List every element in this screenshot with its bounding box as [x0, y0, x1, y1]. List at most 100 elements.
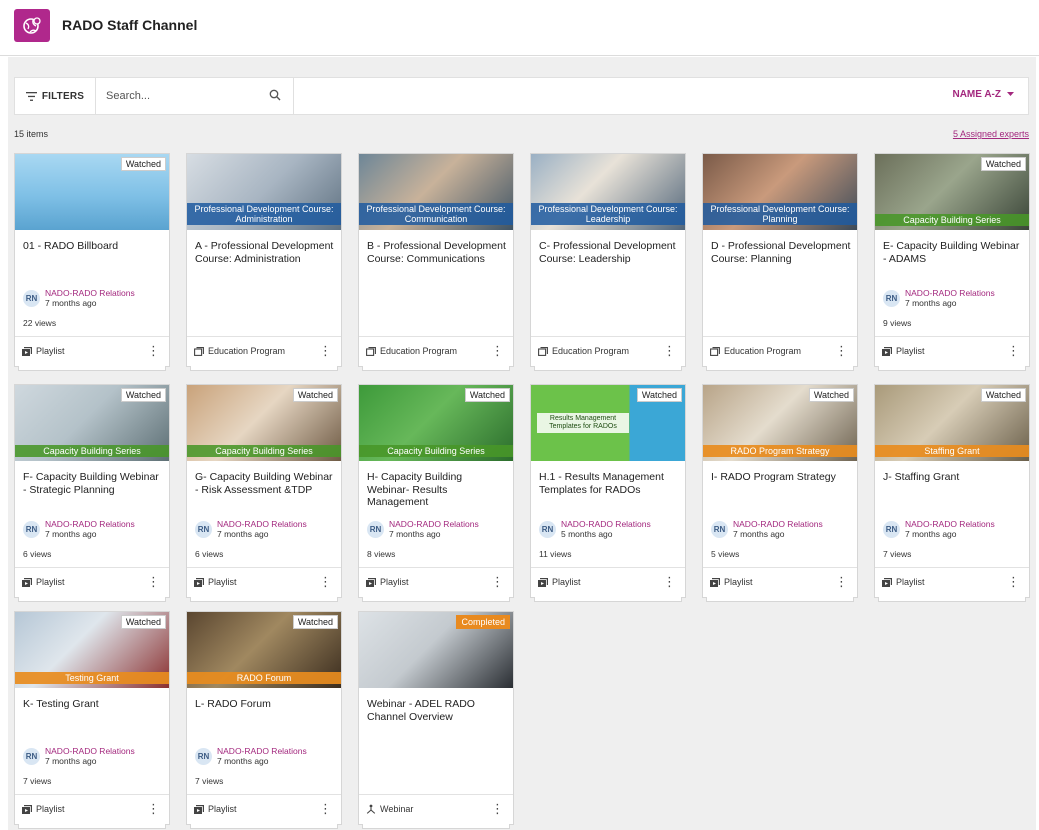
author-name[interactable]: NADO-RADO Relations	[389, 519, 479, 529]
assigned-experts-link[interactable]: 5 Assigned experts	[953, 129, 1029, 139]
more-options-icon[interactable]: ⋮	[835, 344, 848, 357]
card-title[interactable]: Webinar - ADEL RADO Channel Overview	[367, 698, 507, 723]
card-title[interactable]: G- Capacity Building Webinar - Risk Asse…	[195, 471, 335, 496]
card-title[interactable]: B - Professional Development Course: Com…	[367, 240, 507, 265]
card-thumbnail[interactable]: Professional Development Course: Adminis…	[187, 154, 341, 230]
published-time: 7 months ago	[733, 529, 785, 539]
card-title[interactable]: 01 - RADO Billboard	[23, 240, 163, 253]
more-options-icon[interactable]: ⋮	[1007, 344, 1020, 357]
card-thumbnail[interactable]: RADO Program Strategy Watched	[703, 385, 857, 461]
author-name[interactable]: NADO-RADO Relations	[217, 519, 307, 529]
card-footer: Playlist ⋮	[187, 794, 341, 824]
author-name[interactable]: NADO-RADO Relations	[905, 288, 995, 298]
author-name[interactable]: NADO-RADO Relations	[561, 519, 651, 529]
card-title[interactable]: H- Capacity Building Webinar- Results Ma…	[367, 471, 507, 509]
card-thumbnail[interactable]: RADO Forum Watched	[187, 612, 341, 688]
card-thumbnail[interactable]: Capacity Building Series Watched	[875, 154, 1029, 230]
content-card[interactable]: RADO Program Strategy Watched I- RADO Prog…	[702, 384, 858, 602]
card-thumbnail[interactable]: Capacity Building Series Watched	[187, 385, 341, 461]
card-title[interactable]: L- RADO Forum	[195, 698, 335, 711]
avatar: RN	[23, 747, 40, 765]
status-badge: Completed	[456, 615, 510, 629]
card-thumbnail[interactable]: Professional Development Course: Leaders…	[531, 154, 685, 230]
content-type: Education Program	[366, 346, 457, 356]
thumbnail-banner: Capacity Building Series	[187, 445, 341, 457]
filter-icon	[25, 91, 37, 101]
status-badge: Watched	[292, 615, 338, 629]
content-card[interactable]: Professional Development Course: Leaders…	[530, 153, 686, 371]
content-card[interactable]: Results Management Templates for RADOs Wa…	[530, 384, 686, 602]
card-title[interactable]: D - Professional Development Course: Pla…	[711, 240, 851, 265]
more-options-icon[interactable]: ⋮	[491, 344, 504, 357]
author-name[interactable]: NADO-RADO Relations	[905, 519, 995, 529]
card-thumbnail[interactable]: Staffing Grant Watched	[875, 385, 1029, 461]
more-options-icon[interactable]: ⋮	[319, 575, 332, 588]
content-type: Playlist	[538, 577, 581, 587]
more-options-icon[interactable]: ⋮	[491, 802, 504, 815]
more-options-icon[interactable]: ⋮	[835, 575, 848, 588]
content-card[interactable]: Watched 01 - RADO Billboard RN NADO-RADO Re…	[14, 153, 170, 371]
card-thumbnail[interactable]: Completed	[359, 612, 513, 688]
author-name[interactable]: NADO-RADO Relations	[45, 519, 135, 529]
author-name[interactable]: NADO-RADO Relations	[45, 746, 135, 756]
toolbar: FILTERS NAME A-Z	[14, 77, 1029, 115]
card-footer: Playlist ⋮	[875, 567, 1029, 597]
published-time: 7 months ago	[217, 756, 269, 766]
content-card[interactable]: Professional Development Course: Adminis…	[186, 153, 342, 371]
card-title[interactable]: K- Testing Grant	[23, 698, 163, 711]
card-thumbnail[interactable]: Watched	[15, 154, 169, 230]
card-title[interactable]: F- Capacity Building Webinar - Strategic…	[23, 471, 163, 496]
more-options-icon[interactable]: ⋮	[319, 344, 332, 357]
card-thumbnail[interactable]: Professional Development Course: Communi…	[359, 154, 513, 230]
content-card[interactable]: Capacity Building Series Watched H- Capaci…	[358, 384, 514, 602]
content-card[interactable]: Professional Development Course: Plannin…	[702, 153, 858, 371]
card-footer: Playlist ⋮	[187, 567, 341, 597]
content-card[interactable]: Capacity Building Series Watched G- Capaci…	[186, 384, 342, 602]
search-input[interactable]	[106, 87, 256, 105]
content-type-label: Playlist	[36, 577, 65, 587]
card-thumbnail[interactable]: Results Management Templates for RADOs Wa…	[531, 385, 685, 461]
card-author: RN NADO-RADO Relations 7 months ago	[883, 519, 995, 539]
card-thumbnail[interactable]: Professional Development Course: Plannin…	[703, 154, 857, 230]
more-options-icon[interactable]: ⋮	[147, 575, 160, 588]
author-name[interactable]: NADO-RADO Relations	[217, 746, 307, 756]
content-card[interactable]: Testing Grant Watched K- Testing Grant RN NA…	[14, 611, 170, 829]
card-title[interactable]: H.1 - Results Management Templates for R…	[539, 471, 679, 496]
more-options-icon[interactable]: ⋮	[663, 344, 676, 357]
card-title[interactable]: E- Capacity Building Webinar - ADAMS	[883, 240, 1023, 265]
sort-dropdown[interactable]: NAME A-Z	[952, 89, 1014, 100]
education-program-icon	[366, 346, 376, 356]
content-type: Education Program	[194, 346, 285, 356]
more-options-icon[interactable]: ⋮	[1007, 575, 1020, 588]
author-name[interactable]: NADO-RADO Relations	[733, 519, 823, 529]
more-options-icon[interactable]: ⋮	[319, 802, 332, 815]
content-type: Playlist	[22, 346, 65, 356]
more-options-icon[interactable]: ⋮	[491, 575, 504, 588]
card-title[interactable]: C- Professional Development Course: Lead…	[539, 240, 679, 265]
card-thumbnail[interactable]: Capacity Building Series Watched	[359, 385, 513, 461]
status-badge: Watched	[120, 615, 166, 629]
card-title[interactable]: J- Staffing Grant	[883, 471, 1023, 484]
content-card[interactable]: Professional Development Course: Communi…	[358, 153, 514, 371]
more-options-icon[interactable]: ⋮	[663, 575, 676, 588]
content-card[interactable]: RADO Forum Watched L- RADO Forum RN NADO-RAD…	[186, 611, 342, 829]
content-type: Education Program	[710, 346, 801, 356]
content-type-label: Education Program	[208, 346, 286, 356]
content-card[interactable]: Completed Webinar - ADEL RADO Channel Ove…	[358, 611, 514, 829]
view-count: 7 views	[195, 776, 224, 786]
card-title[interactable]: A - Professional Development Course: Adm…	[195, 240, 335, 265]
search-icon[interactable]	[269, 89, 281, 101]
card-thumbnail[interactable]: Testing Grant Watched	[15, 612, 169, 688]
avatar: RN	[539, 520, 556, 538]
content-card[interactable]: Capacity Building Series Watched E- Capaci…	[874, 153, 1030, 371]
content-card[interactable]: Staffing Grant Watched J- Staffing Grant RN…	[874, 384, 1030, 602]
content-type: Playlist	[882, 346, 925, 356]
card-thumbnail[interactable]: Capacity Building Series Watched	[15, 385, 169, 461]
content-card[interactable]: Capacity Building Series Watched F- Capaci…	[14, 384, 170, 602]
more-options-icon[interactable]: ⋮	[147, 344, 160, 357]
more-options-icon[interactable]: ⋮	[147, 802, 160, 815]
card-author: RN NADO-RADO Relations 7 months ago	[711, 519, 823, 539]
card-title[interactable]: I- RADO Program Strategy	[711, 471, 851, 484]
filters-button[interactable]: FILTERS	[15, 78, 96, 114]
author-name[interactable]: NADO-RADO Relations	[45, 288, 135, 298]
